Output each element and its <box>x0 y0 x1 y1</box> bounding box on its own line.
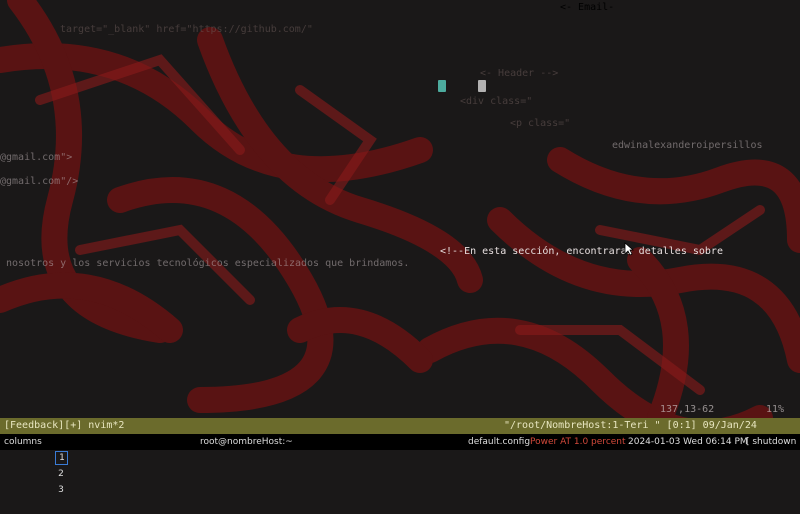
vim-status-right: "/root/NombreHost:1-Teri " [0:1] 09/Jan/… <box>504 420 757 431</box>
code-line: @gmail.com"> <box>0 152 73 163</box>
scroll-percent: 11% <box>766 404 785 415</box>
workspace-2[interactable]: 2 <box>55 466 66 482</box>
code-line: nosotros y los servicios tecnológicos es… <box>6 258 410 269</box>
top-panel: columns 1 2 3 root@nombreHost:~ default.… <box>0 434 800 495</box>
code-line: <- Email- <box>560 2 615 13</box>
code-line: @gmail.com"/> <box>0 176 79 187</box>
terminal-editor[interactable]: <- Email- target="_blank" href="https://… <box>0 0 800 418</box>
battery-status: Power AT 1.0 percent <box>530 437 626 447</box>
workspace-3[interactable]: 3 <box>55 482 66 498</box>
cursor-marker-right <box>478 80 486 92</box>
vim-status-bar: [Feedback][+] nvim*2 "/root/NombreHost:1… <box>0 418 800 434</box>
config-label: default.config <box>468 437 531 447</box>
cursor-marker-left <box>438 80 446 92</box>
clock: 2024-01-03 Wed 06:14 PM <box>628 437 748 447</box>
code-line: <div class=" <box>460 96 533 107</box>
layout-label[interactable]: columns <box>4 434 42 450</box>
code-comment-line: <!--En esta sección, encontraras detalle… <box>440 246 723 257</box>
shutdown-button[interactable]: [ shutdown ] <box>746 434 800 450</box>
window-title[interactable]: root@nombreHost:~ <box>200 434 293 450</box>
code-line: target="_blank" href="https://github.com… <box>60 24 313 35</box>
workspace-1[interactable]: 1 <box>55 451 69 465</box>
code-line: edwinalexanderoipersillos <box>612 140 763 151</box>
vim-status-left: [Feedback][+] nvim*2 <box>4 420 125 431</box>
code-line: <- Header --> <box>480 68 559 79</box>
code-line: <p class=" <box>510 118 571 129</box>
cursor-position: 137,13-62 <box>660 404 715 415</box>
workspace-switcher: 1 2 3 <box>44 434 69 514</box>
mouse-pointer-icon <box>624 242 634 256</box>
